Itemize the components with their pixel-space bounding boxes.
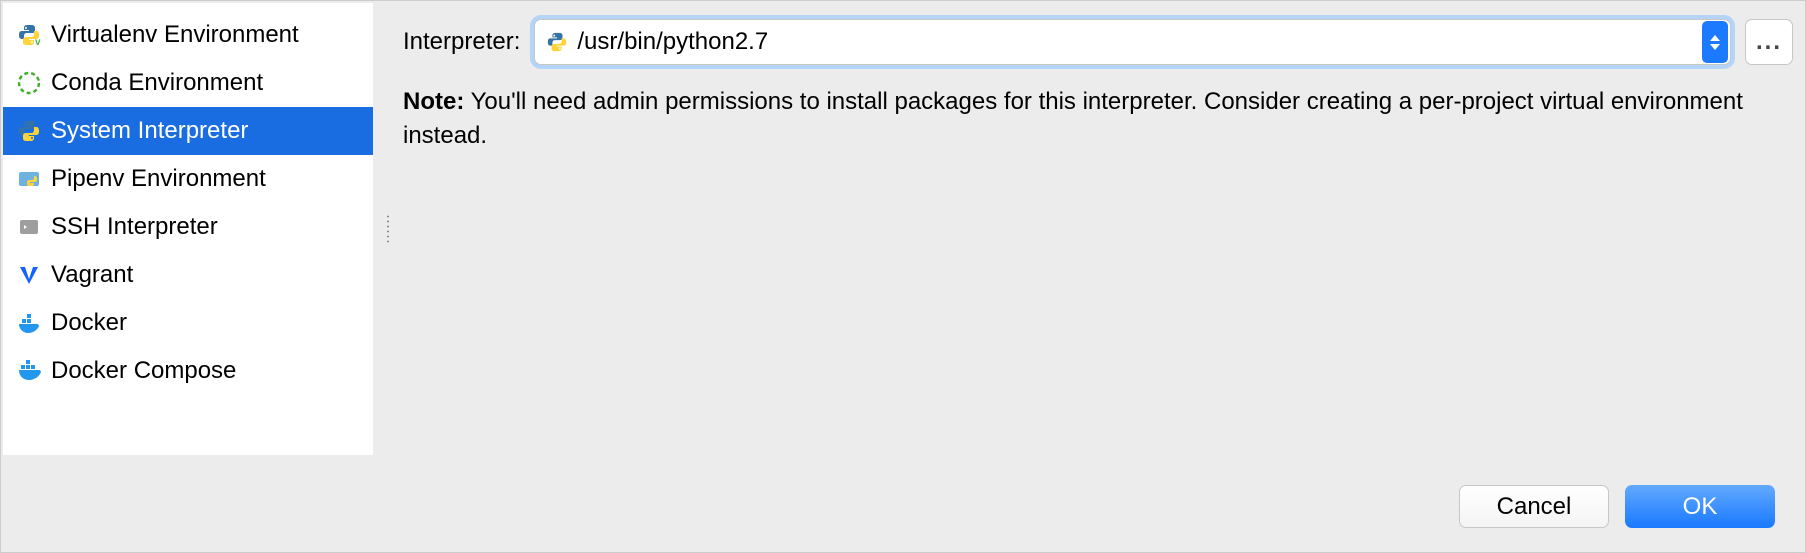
interpreter-type-sidebar: v Virtualenv Environment Conda Environme… <box>3 3 373 455</box>
sidebar-item-label: Docker Compose <box>51 357 236 385</box>
sidebar-item-vagrant[interactable]: Vagrant <box>3 251 373 299</box>
svg-text:v: v <box>35 37 41 47</box>
docker-icon <box>17 311 41 335</box>
interpreter-value: /usr/bin/python2.7 <box>577 28 768 56</box>
docker-compose-icon <box>17 359 41 383</box>
sidebar-item-pipenv[interactable]: Pipenv Environment <box>3 155 373 203</box>
sidebar-item-label: SSH Interpreter <box>51 213 218 241</box>
sidebar-item-conda[interactable]: Conda Environment <box>3 59 373 107</box>
sidebar-item-label: Conda Environment <box>51 69 263 97</box>
dialog-buttons: Cancel OK <box>1459 485 1775 528</box>
sidebar-splitter[interactable] <box>385 3 391 455</box>
interpreter-label: Interpreter: <box>403 28 520 56</box>
main-panel: Interpreter: /usr/bin/python2.7 ... <box>403 3 1803 550</box>
vagrant-icon <box>17 263 41 287</box>
note-text: Note: You'll need admin permissions to i… <box>403 85 1793 152</box>
python-icon <box>17 119 41 143</box>
browse-button[interactable]: ... <box>1745 19 1793 65</box>
python-icon <box>545 30 569 54</box>
ssh-icon <box>17 215 41 239</box>
sidebar-item-docker-compose[interactable]: Docker Compose <box>3 347 373 395</box>
sidebar-item-ssh[interactable]: SSH Interpreter <box>3 203 373 251</box>
pipenv-icon <box>17 167 41 191</box>
note-label: Note: <box>403 88 464 115</box>
note-body: You'll need admin permissions to install… <box>403 88 1743 149</box>
sidebar-item-label: Pipenv Environment <box>51 165 266 193</box>
cancel-button[interactable]: Cancel <box>1459 485 1609 528</box>
sidebar-item-label: System Interpreter <box>51 117 248 145</box>
conda-icon <box>17 71 41 95</box>
sidebar-item-system[interactable]: System Interpreter <box>3 107 373 155</box>
ok-button[interactable]: OK <box>1625 485 1775 528</box>
sidebar-item-label: Docker <box>51 309 127 337</box>
dropdown-arrows-icon <box>1702 21 1728 63</box>
sidebar-item-virtualenv[interactable]: v Virtualenv Environment <box>3 11 373 59</box>
sidebar-item-docker[interactable]: Docker <box>3 299 373 347</box>
interpreter-dropdown[interactable]: /usr/bin/python2.7 <box>534 19 1731 65</box>
sidebar-item-label: Vagrant <box>51 261 133 289</box>
sidebar-item-label: Virtualenv Environment <box>51 21 299 49</box>
python-venv-icon: v <box>17 23 41 47</box>
